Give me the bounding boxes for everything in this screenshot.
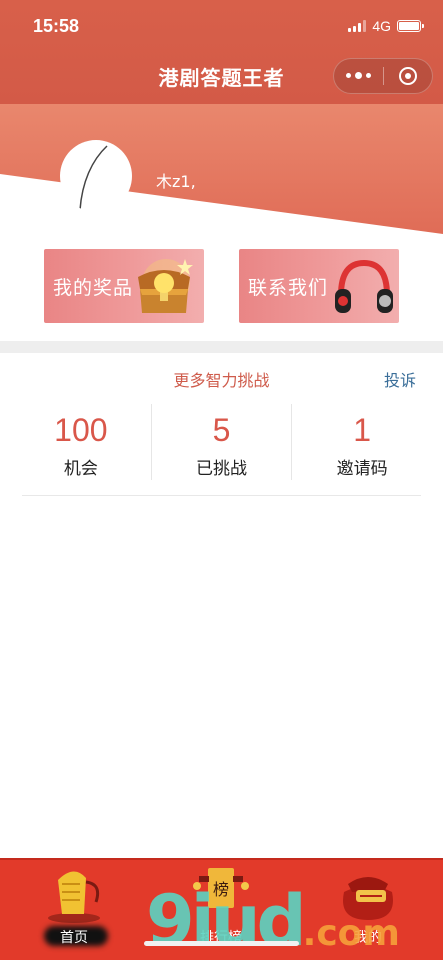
tab-home[interactable]: 首页 <box>14 860 134 960</box>
status-time: 15:58 <box>33 16 80 36</box>
username: 木z1, <box>156 172 196 191</box>
stat-value: 5 <box>212 412 231 448</box>
my-prizes-button[interactable]: 我的奖品 <box>44 249 204 323</box>
status-bar: 15:58 4G <box>0 0 443 54</box>
treasure-chest-icon <box>130 255 200 323</box>
more-options-icon[interactable] <box>334 72 383 79</box>
stat-label: 机会 <box>63 459 98 479</box>
my-prizes-label: 我的奖品 <box>53 276 134 299</box>
network-type: 4G <box>372 18 391 34</box>
close-miniprogram-icon[interactable] <box>383 67 432 85</box>
status-indicators: 4G <box>348 18 424 34</box>
signal-icon <box>348 20 367 32</box>
stat-challenged: 5 已挑战 <box>150 404 292 480</box>
stat-label: 邀请码 <box>336 459 388 479</box>
complain-link[interactable]: 投诉 <box>384 367 416 391</box>
contact-us-label: 联系我们 <box>248 276 329 299</box>
battery-icon <box>397 20 424 32</box>
watermark-text: 9iud <box>146 880 307 960</box>
tab-label: 首页 <box>60 930 88 946</box>
home-icon <box>14 862 134 926</box>
more-challenges-link[interactable]: 更多智力挑战 <box>0 367 443 391</box>
site-watermark: 9iud.com <box>146 886 400 960</box>
headphones-icon <box>333 255 395 323</box>
stat-value: 100 <box>54 412 108 448</box>
top-header: 15:58 4G 港剧答题王者 <box>0 0 443 104</box>
home-indicator <box>144 941 299 946</box>
stat-label: 已挑战 <box>196 459 247 479</box>
contact-us-button[interactable]: 联系我们 <box>239 249 399 323</box>
miniprogram-capsule <box>333 58 433 94</box>
stat-chances: 100 机会 <box>11 404 151 480</box>
avatar[interactable] <box>60 140 132 212</box>
stats-row: 100 机会 5 已挑战 1 邀请码 <box>11 404 432 480</box>
stat-invite-code: 1 邀请码 <box>291 404 432 480</box>
watermark-suffix: .com <box>302 913 400 954</box>
stats-divider <box>22 495 421 496</box>
stat-value: 1 <box>353 412 372 448</box>
section-divider <box>0 341 443 353</box>
